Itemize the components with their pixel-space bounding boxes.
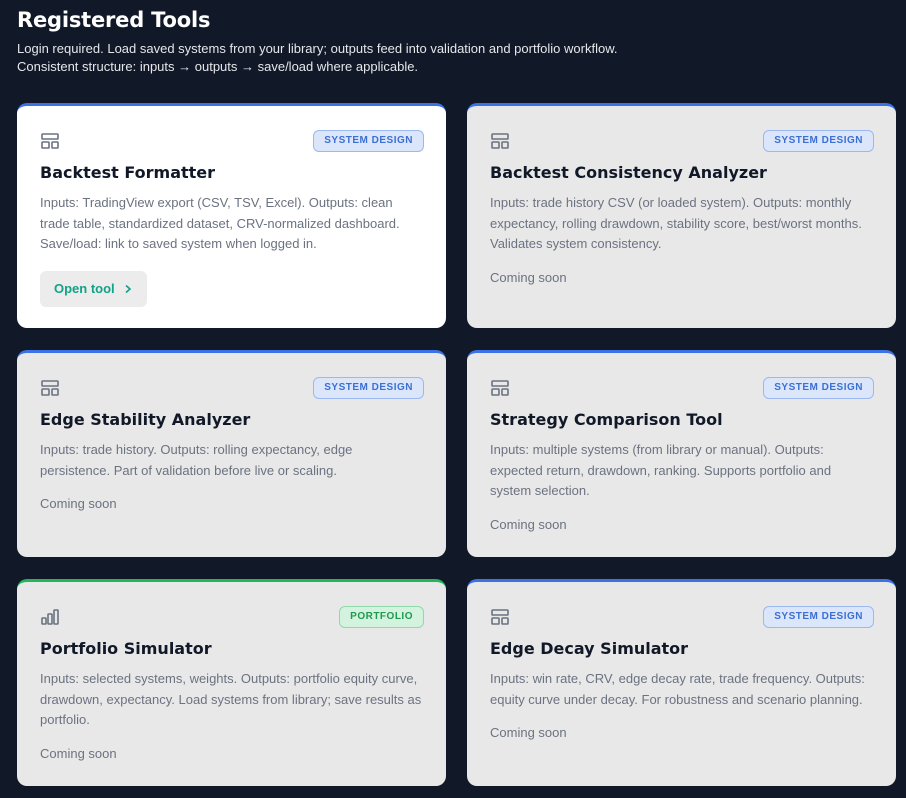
- card-title: Portfolio Simulator: [40, 639, 212, 658]
- status-text: Coming soon: [40, 496, 117, 511]
- status-text: Coming soon: [40, 745, 117, 761]
- status-text: Coming soon: [490, 516, 567, 532]
- open-tool-label: Open tool: [54, 281, 115, 296]
- status-text: Coming soon: [490, 725, 567, 740]
- tool-card-backtest-consistency-analyzer: SYSTEM DESIGN Backtest Consistency Analy…: [467, 103, 896, 328]
- card-title: Strategy Comparison Tool: [490, 410, 723, 429]
- page-subtitle: Login required. Load saved systems from …: [17, 41, 618, 74]
- tool-card-portfolio-simulator: PORTFOLIO Portfolio Simulator Inputs: se…: [17, 579, 446, 786]
- card-description: Inputs: trade history CSV (or loaded sys…: [490, 195, 862, 251]
- layout-icon: [491, 609, 509, 625]
- category-badge: PORTFOLIO: [339, 606, 424, 628]
- category-badge: SYSTEM DESIGN: [763, 377, 874, 399]
- status-text: Coming soon: [490, 269, 567, 285]
- category-badge: SYSTEM DESIGN: [313, 377, 424, 399]
- page-title: Registered Tools: [17, 8, 211, 32]
- layout-icon: [491, 133, 509, 149]
- category-badge: SYSTEM DESIGN: [763, 606, 874, 628]
- tool-card-strategy-comparison-tool: SYSTEM DESIGN Strategy Comparison Tool I…: [467, 350, 896, 557]
- layout-icon: [491, 380, 509, 396]
- category-badge: SYSTEM DESIGN: [313, 130, 424, 152]
- card-description: Inputs: win rate, CRV, edge decay rate, …: [490, 671, 865, 707]
- card-title: Backtest Consistency Analyzer: [490, 163, 767, 182]
- tool-card-edge-decay-simulator: SYSTEM DESIGN Edge Decay Simulator Input…: [467, 579, 896, 786]
- layout-icon: [41, 133, 59, 149]
- page-header: Registered Tools Login required. Load sa…: [17, 6, 637, 76]
- bar-chart-icon: [41, 609, 59, 625]
- card-title: Edge Decay Simulator: [490, 639, 689, 658]
- tool-card-edge-stability-analyzer: SYSTEM DESIGN Edge Stability Analyzer In…: [17, 350, 446, 557]
- card-description: Inputs: trade history. Outputs: rolling …: [40, 442, 353, 478]
- open-tool-button[interactable]: Open tool: [40, 270, 147, 307]
- card-description: Inputs: selected systems, weights. Outpu…: [40, 671, 422, 727]
- chevron-right-icon: [125, 284, 131, 293]
- card-description: Inputs: multiple systems (from library o…: [490, 442, 832, 498]
- card-title: Backtest Formatter: [40, 163, 216, 182]
- card-description: Inputs: TradingView export (CSV, TSV, Ex…: [40, 195, 400, 251]
- tool-card-backtest-formatter: SYSTEM DESIGN Backtest Formatter Inputs:…: [17, 103, 446, 328]
- card-title: Edge Stability Analyzer: [40, 410, 251, 429]
- layout-icon: [41, 380, 59, 396]
- category-badge: SYSTEM DESIGN: [763, 130, 874, 152]
